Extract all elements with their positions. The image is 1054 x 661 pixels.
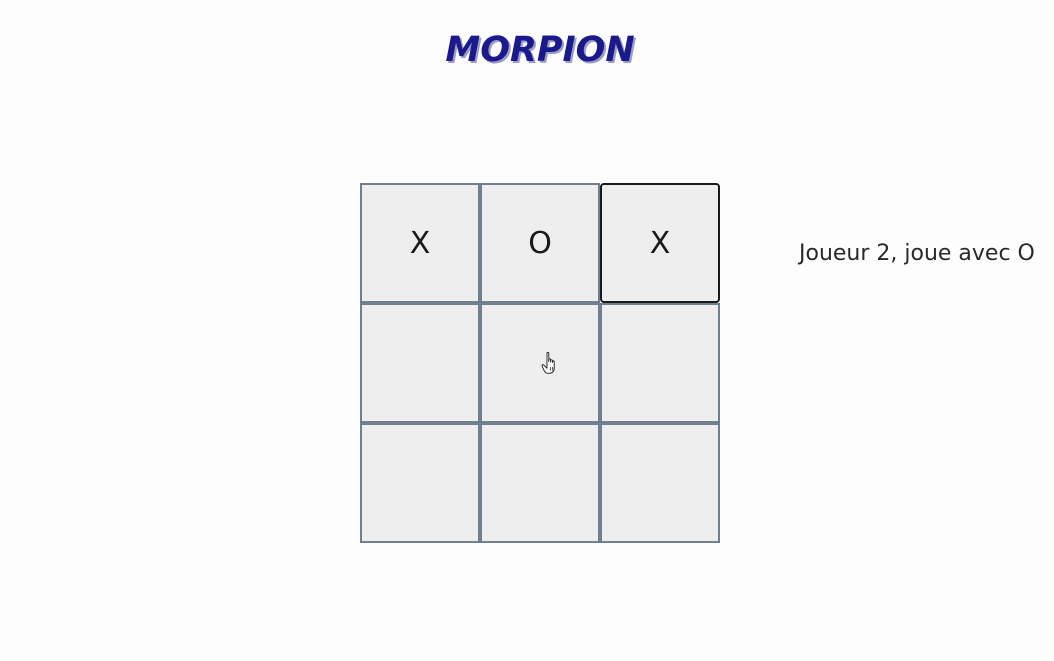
- board-cell-2[interactable]: O: [480, 183, 600, 303]
- board-cell-4[interactable]: [360, 303, 480, 423]
- page-title: MORPION: [445, 30, 635, 70]
- board-cell-6[interactable]: [600, 303, 720, 423]
- board-cell-7[interactable]: [360, 423, 480, 543]
- board-cell-8[interactable]: [480, 423, 600, 543]
- game-board: X O X: [360, 183, 720, 543]
- page: MORPION X O X Joueur 2, joue avec O: [0, 0, 1054, 661]
- board-cell-3[interactable]: X: [600, 183, 720, 303]
- board-cell-9[interactable]: [600, 423, 720, 543]
- turn-status: Joueur 2, joue avec O: [799, 241, 1035, 266]
- board-cell-5[interactable]: [480, 303, 600, 423]
- board-cell-1[interactable]: X: [360, 183, 480, 303]
